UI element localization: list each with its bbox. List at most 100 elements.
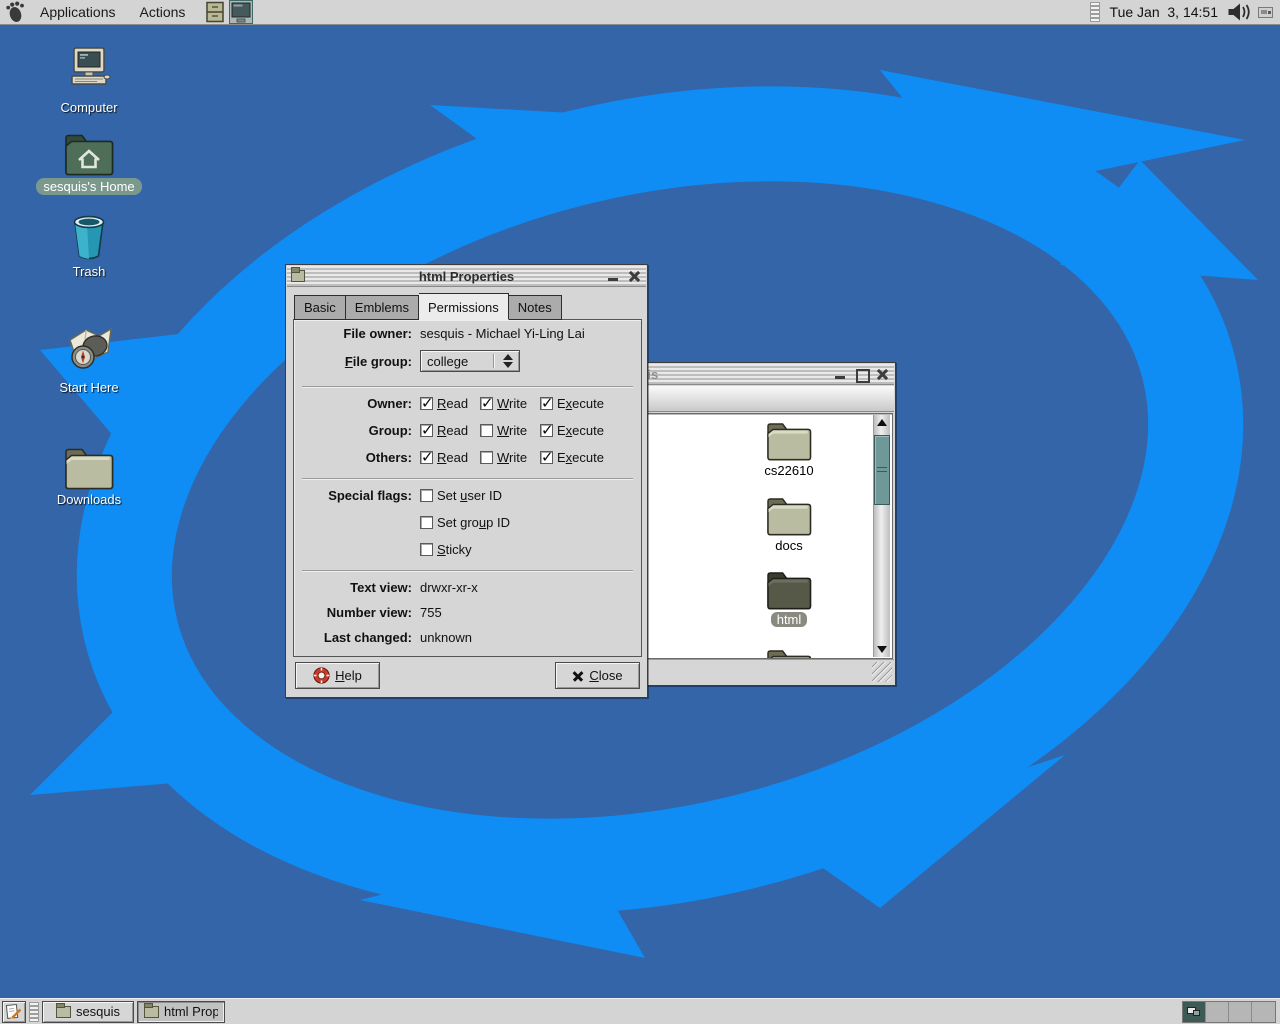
folder-icon	[765, 646, 813, 659]
drag-handle[interactable]	[1090, 2, 1100, 22]
show-desktop-button[interactable]	[2, 1001, 26, 1023]
checkbox-owner-write[interactable]	[480, 397, 493, 410]
workspace-2[interactable]	[1206, 1002, 1229, 1022]
scroll-up-button[interactable]	[874, 415, 890, 430]
checkbox-set-group-id[interactable]	[420, 516, 433, 529]
others-row-label: Others:	[294, 450, 412, 465]
terminal-screen-icon[interactable]	[229, 1, 253, 24]
menu-actions[interactable]: Actions	[128, 0, 198, 24]
small-applet-icon[interactable]	[1253, 1, 1277, 24]
read-label: Read	[437, 396, 468, 411]
minimize-button[interactable]	[833, 367, 848, 382]
desktop-icon-start-here[interactable]: Start Here	[34, 324, 144, 395]
file-group-value: college	[427, 354, 468, 369]
folder-icon	[765, 419, 813, 461]
text-view-value: drwxr-xr-x	[420, 580, 478, 595]
tab-emblems[interactable]: Emblems	[346, 295, 419, 320]
vertical-scrollbar[interactable]	[873, 415, 890, 657]
home-folder-icon	[63, 130, 115, 176]
set-user-id-label: Set user ID	[437, 488, 502, 503]
properties-dialog: html Properties Basic Emblems Permission…	[285, 264, 648, 698]
close-dialog-button[interactable]: Close	[555, 662, 640, 689]
close-button[interactable]	[875, 367, 890, 382]
trash-icon	[64, 212, 114, 262]
desktop-icon-label: sesquis's Home	[36, 178, 141, 195]
owner-row-label: Owner:	[294, 396, 412, 411]
desktop-icon-label: Computer	[60, 100, 117, 115]
folder-item-html[interactable]: html	[743, 568, 835, 627]
folder-label: docs	[743, 538, 835, 553]
close-x-icon	[572, 670, 584, 682]
number-view-value: 755	[420, 605, 442, 620]
desktop-icon-label: Start Here	[59, 380, 118, 395]
checkbox-group-write[interactable]	[480, 424, 493, 437]
folder-label: cs22610	[743, 463, 835, 478]
checkbox-others-write[interactable]	[480, 451, 493, 464]
selected-label-pill: html	[771, 612, 808, 627]
maximize-button[interactable]	[854, 367, 869, 382]
permissions-page: File owner: sesquis - Michael Yi-Ling La…	[293, 319, 642, 657]
checkbox-sticky[interactable]	[420, 543, 433, 556]
scroll-down-button[interactable]	[874, 642, 890, 657]
checkbox-group-read[interactable]	[420, 424, 433, 437]
workspace-3[interactable]	[1229, 1002, 1252, 1022]
checkbox-owner-read[interactable]	[420, 397, 433, 410]
tab-basic[interactable]: Basic	[294, 295, 346, 320]
task-label: sesquis	[76, 1004, 120, 1019]
menu-applications[interactable]: Applications	[28, 0, 128, 24]
workspace-4[interactable]	[1252, 1002, 1275, 1022]
read-label: Read	[437, 423, 468, 438]
sticky-label: Sticky	[437, 542, 472, 557]
special-flags-label: Special flags:	[294, 488, 412, 503]
resize-grip[interactable]	[872, 662, 892, 682]
combo-arrows-icon	[503, 354, 513, 368]
dialog-folder-icon	[291, 270, 305, 282]
execute-label: Execute	[557, 450, 604, 465]
scrollbar-thumb[interactable]	[874, 435, 890, 505]
checkbox-owner-execute[interactable]	[540, 397, 553, 410]
write-label: Write	[497, 396, 527, 411]
dialog-title: html Properties	[287, 269, 646, 284]
desktop-icon-computer[interactable]: Computer	[34, 46, 144, 115]
set-group-id-label: Set group ID	[437, 515, 510, 530]
close-button-label: Close	[589, 668, 622, 683]
drag-handle[interactable]	[29, 1002, 39, 1022]
bottom-panel: sesquis html Properties	[0, 998, 1280, 1024]
clock[interactable]: Tue Jan 3, 14:51	[1102, 4, 1226, 20]
folder-item-docs[interactable]: docs	[743, 494, 835, 553]
desktop-icon-downloads[interactable]: Downloads	[34, 444, 144, 507]
execute-label: Execute	[557, 423, 604, 438]
start-here-icon	[62, 324, 116, 378]
checkbox-others-read[interactable]	[420, 451, 433, 464]
folder-icon-selected	[765, 568, 813, 610]
checkbox-others-execute[interactable]	[540, 451, 553, 464]
file-owner-value: sesquis - Michael Yi-Ling Lai	[420, 326, 585, 341]
top-panel: Applications Actions	[0, 0, 1280, 25]
checkbox-set-user-id[interactable]	[420, 489, 433, 502]
workspace-1[interactable]	[1183, 1002, 1206, 1022]
file-cabinet-icon[interactable]	[203, 1, 227, 24]
last-changed-value: unknown	[420, 630, 472, 645]
tab-notes[interactable]: Notes	[509, 295, 562, 320]
computer-icon	[64, 46, 114, 98]
help-button[interactable]: Help	[295, 662, 380, 689]
write-label: Write	[497, 450, 527, 465]
read-label: Read	[437, 450, 468, 465]
task-label: html Properties	[164, 1004, 218, 1019]
taskbar-item-sesquis[interactable]: sesquis	[42, 1001, 134, 1023]
file-group-combo[interactable]: college	[420, 350, 520, 372]
folder-item-clipped[interactable]	[743, 646, 835, 659]
workspace-switcher	[1182, 1001, 1276, 1023]
dialog-titlebar[interactable]: html Properties	[287, 266, 646, 287]
taskbar-item-html-properties[interactable]: html Properties	[137, 1001, 225, 1023]
checkbox-group-execute[interactable]	[540, 424, 553, 437]
desktop-icon-home[interactable]: sesquis's Home	[34, 130, 144, 195]
gnome-foot-icon[interactable]	[3, 1, 27, 24]
volume-speaker-icon[interactable]	[1227, 1, 1251, 24]
show-desktop-icon	[5, 1003, 23, 1021]
folder-item-cs22610[interactable]: cs22610	[743, 419, 835, 478]
minimize-button[interactable]	[606, 269, 621, 284]
close-button[interactable]	[627, 269, 642, 284]
tab-permissions[interactable]: Permissions	[419, 293, 509, 320]
desktop-icon-trash[interactable]: Trash	[34, 212, 144, 279]
